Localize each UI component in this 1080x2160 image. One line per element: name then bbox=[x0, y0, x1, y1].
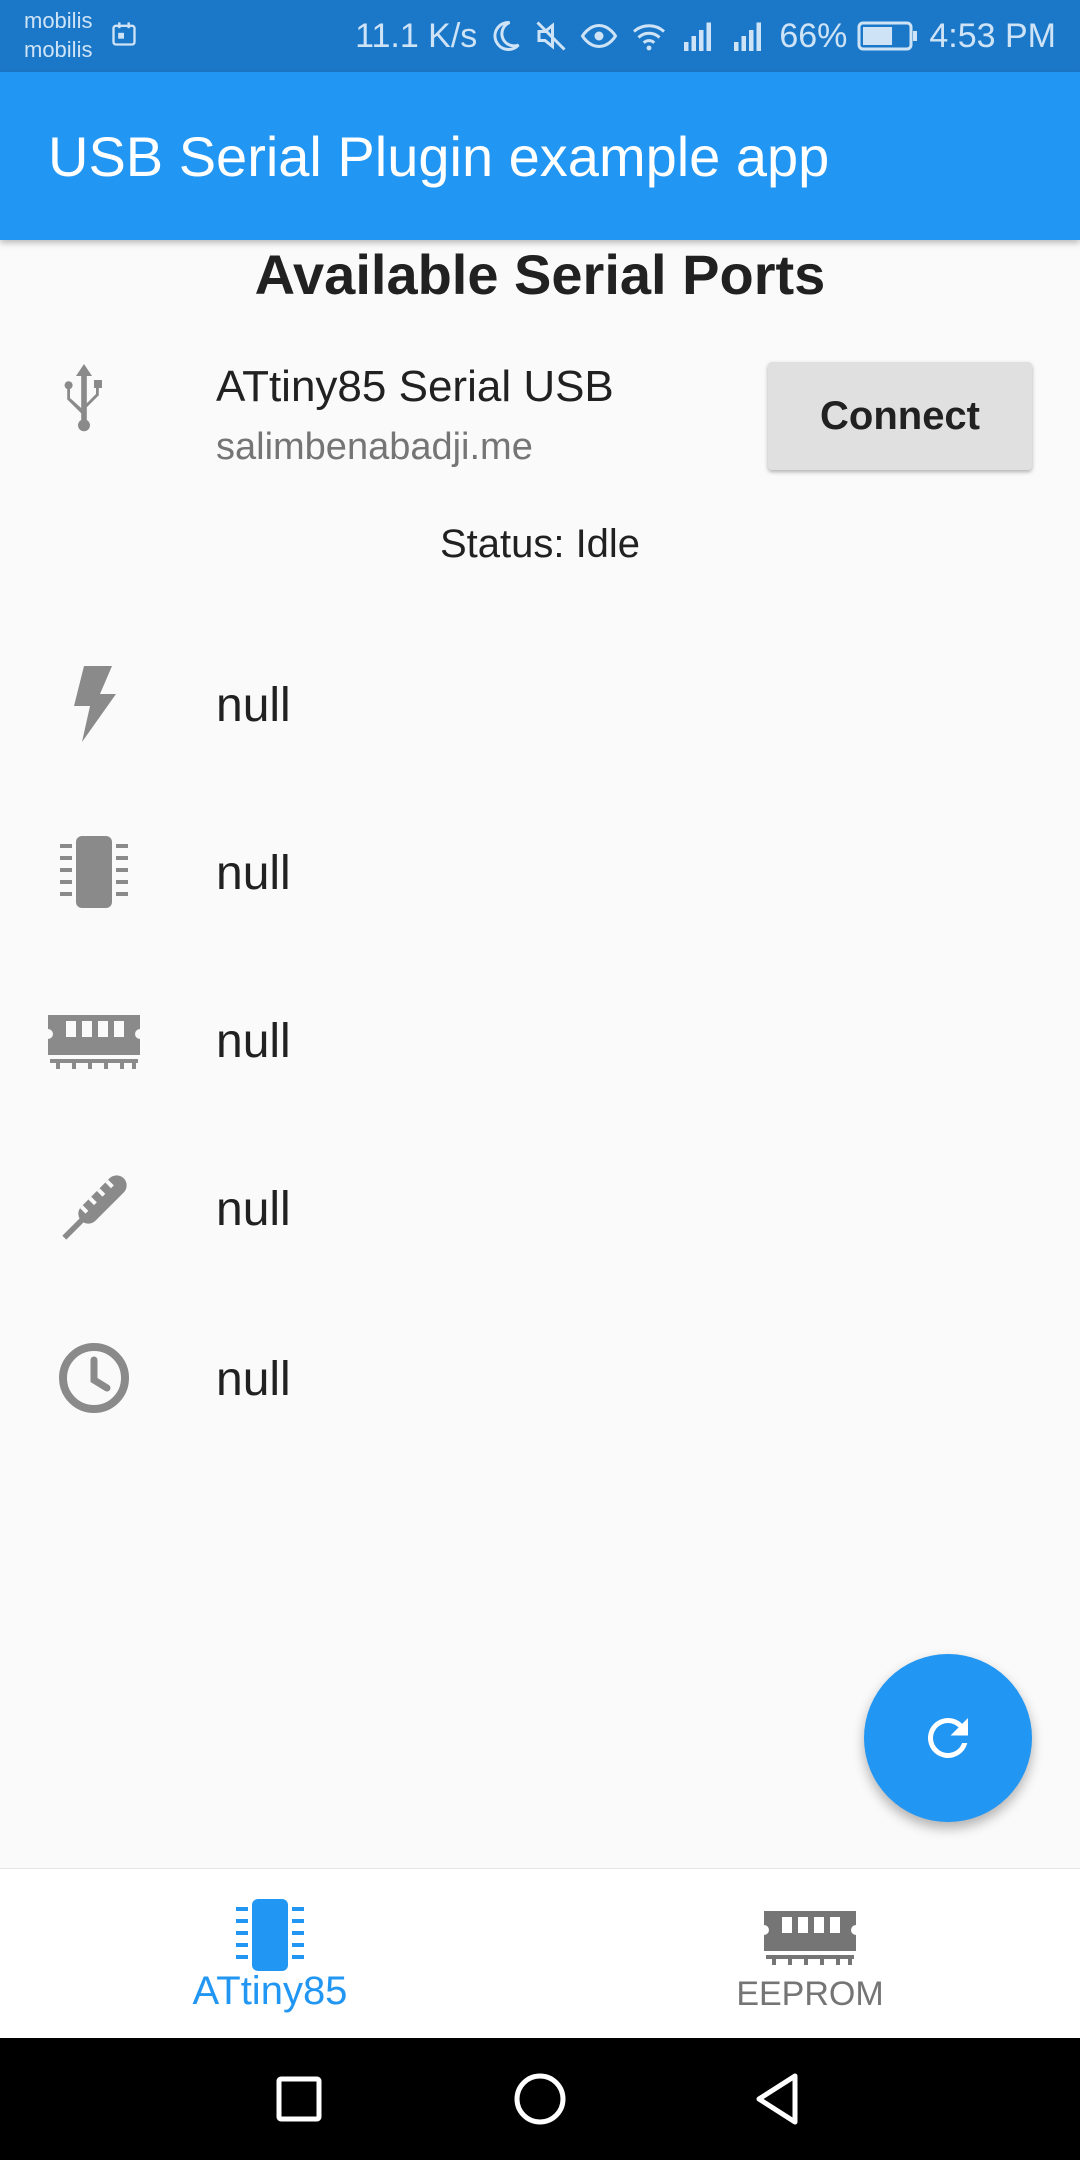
wifi-icon bbox=[633, 24, 666, 51]
info-row-temperature: null bbox=[0, 1138, 1080, 1278]
refresh-fab[interactable] bbox=[864, 1654, 1032, 1822]
net-speed: 11.1 K/s bbox=[355, 16, 478, 55]
app-title: USB Serial Plugin example app bbox=[48, 125, 830, 188]
thermometer-icon bbox=[62, 1175, 127, 1240]
system-navigation-bar bbox=[0, 2038, 1080, 2160]
recents-icon[interactable] bbox=[264, 2064, 334, 2134]
battery-percent: 66% bbox=[779, 16, 848, 55]
connection-status: Status: Idle bbox=[439, 522, 641, 566]
memory-icon bbox=[48, 1015, 140, 1069]
refresh-icon bbox=[927, 1718, 968, 1758]
memory-icon bbox=[764, 1911, 856, 1965]
clock-icon bbox=[59, 1343, 129, 1413]
moon-icon bbox=[493, 20, 520, 51]
info-value: null bbox=[216, 1015, 291, 1068]
calendar-icon bbox=[112, 22, 136, 46]
info-value: null bbox=[216, 679, 291, 732]
info-row-memory: null bbox=[0, 970, 1080, 1110]
home-icon[interactable] bbox=[505, 2064, 575, 2134]
signal-icon-2 bbox=[734, 22, 762, 51]
chip-icon bbox=[60, 836, 128, 908]
usb-icon bbox=[64, 364, 102, 432]
port-manufacturer: salimbenabadji.me bbox=[216, 426, 533, 468]
eye-icon bbox=[581, 23, 618, 49]
carrier-label: mobilis mobilis bbox=[24, 8, 93, 62]
nav-label: EEPROM bbox=[736, 1975, 884, 2013]
status-bar: mobilis mobilis 11.1 K/s 66% 4:53 PM bbox=[0, 0, 1080, 72]
app-bar: USB Serial Plugin example app bbox=[0, 72, 1080, 240]
info-value: null bbox=[216, 1353, 291, 1406]
info-value: null bbox=[216, 1183, 291, 1236]
bottom-navigation: ATtiny85 EEPROM bbox=[0, 1868, 1080, 2039]
nav-item-attiny85[interactable]: ATtiny85 bbox=[0, 1869, 540, 2039]
signal-icon bbox=[684, 22, 712, 51]
nav-item-eeprom[interactable]: EEPROM bbox=[540, 1869, 1080, 2039]
connect-button[interactable]: Connect bbox=[768, 362, 1032, 470]
serial-port-item[interactable]: ATtiny85 Serial USB salimbenabadji.me Co… bbox=[0, 340, 1080, 490]
port-name: ATtiny85 Serial USB bbox=[216, 362, 614, 411]
battery-icon bbox=[857, 21, 918, 51]
flash-icon bbox=[74, 666, 116, 742]
info-row-flash: null bbox=[0, 634, 1080, 774]
clock-time: 4:53 PM bbox=[929, 16, 1056, 55]
info-value: null bbox=[216, 847, 291, 900]
back-icon[interactable] bbox=[744, 2064, 814, 2134]
chip-icon bbox=[236, 1899, 304, 1971]
mute-icon bbox=[536, 21, 566, 51]
info-row-chip: null bbox=[0, 802, 1080, 942]
nav-label: ATtiny85 bbox=[192, 1969, 348, 2013]
info-row-time: null bbox=[0, 1308, 1080, 1448]
section-title: Available Serial Ports bbox=[254, 243, 826, 306]
